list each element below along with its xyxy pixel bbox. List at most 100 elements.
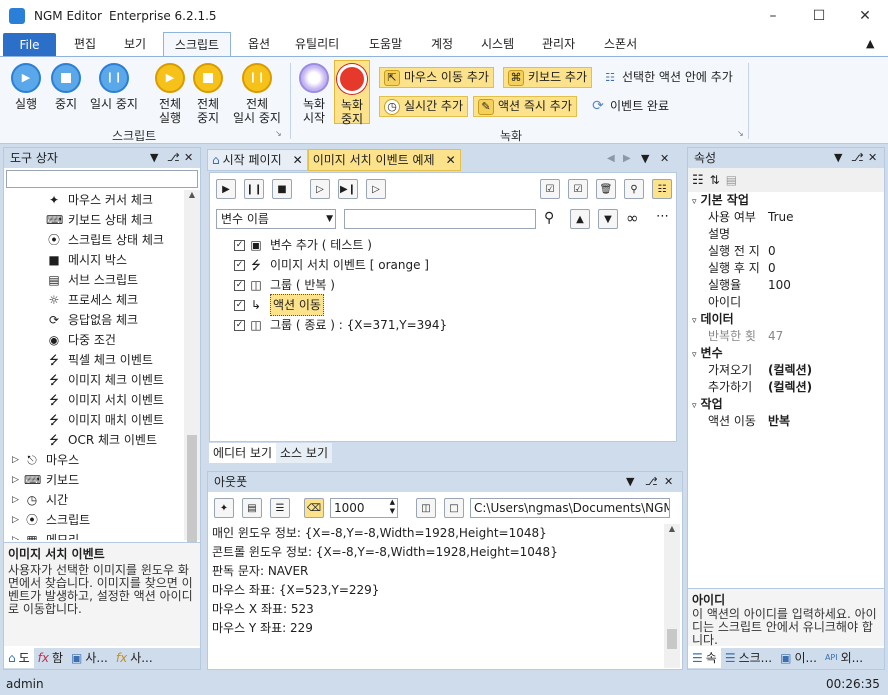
toolbox-search-input[interactable] <box>6 170 198 188</box>
toolbox-scrollbar[interactable]: ▲ <box>184 190 200 543</box>
pause-all-button[interactable]: ❙❙ 전체 일시 중지 <box>228 63 286 125</box>
tree-item-image-search-event[interactable]: ⭍ 이미지 서치 이벤트 <box>4 390 184 410</box>
tree-category-time[interactable]: ▷ ◷ 시간 <box>4 490 184 510</box>
property-row[interactable]: 추가하기 (컬렉션) <box>688 379 884 396</box>
pause-button[interactable]: ❙❙ <box>244 179 264 199</box>
move-up-button[interactable]: ▲ <box>570 209 590 229</box>
folder-button[interactable]: □ <box>444 498 464 518</box>
tree-item-image-match-event[interactable]: ⭍ 이미지 매치 이벤트 <box>4 410 184 430</box>
sort-alpha-icon[interactable]: ⇅ <box>710 173 720 187</box>
tab-user-1[interactable]: ▣ 사... <box>67 648 112 668</box>
expand-icon[interactable]: ▷ <box>12 530 24 540</box>
search-button[interactable]: ⚲ <box>624 179 644 199</box>
property-category[interactable]: ▿ 데이터 <box>688 311 884 328</box>
tab-editor-view[interactable]: 에디터 보기 <box>209 443 277 463</box>
checkbox[interactable]: ✓ <box>234 259 245 271</box>
tab-admin[interactable]: 관리자 <box>538 32 579 56</box>
tab-edit[interactable]: 편집 <box>70 32 100 56</box>
record-start-button[interactable]: 녹화 시작 <box>296 63 332 125</box>
stop-button[interactable]: 중지 <box>48 63 84 111</box>
eraser-button[interactable]: ⌫ <box>304 498 324 518</box>
tab-image-search-example[interactable]: 이미지 서치 이벤트 예제 ✕ <box>307 149 461 171</box>
close-icon[interactable]: ✕ <box>660 152 669 165</box>
delete-button[interactable]: 🗑 <box>596 179 616 199</box>
property-row[interactable]: 액션 이동 반복 <box>688 413 884 430</box>
tab-source-view[interactable]: 소스 보기 <box>276 443 332 463</box>
tab-images[interactable]: ▣ 이... <box>776 648 821 668</box>
close-tab-icon[interactable]: ✕ <box>446 150 456 170</box>
property-row[interactable]: 사용 여부 True <box>688 209 884 226</box>
run-to-button[interactable]: ▶❙ <box>338 179 358 199</box>
tree-item-mouse-cursor-check[interactable]: ✦ 마우스 커서 체크 <box>4 190 184 210</box>
property-row[interactable]: 가져오기 (컬렉션) <box>688 362 884 379</box>
output-scrollbar[interactable]: ▲ <box>664 524 680 668</box>
script-row-selected[interactable]: ✓ ↳ 액션 이동 <box>234 294 447 316</box>
pin-icon[interactable]: ⎇ <box>851 148 864 168</box>
add-in-selected-button[interactable]: ☷ 선택한 액션 안에 추가 <box>598 67 737 88</box>
save-button[interactable]: ◫ <box>416 498 436 518</box>
move-down-button[interactable]: ▼ <box>598 209 618 229</box>
tree-item-pixel-check-event[interactable]: ⭍ 픽셀 체크 이벤트 <box>4 350 184 370</box>
variable-value-input[interactable] <box>344 209 536 229</box>
tree-category-script[interactable]: ▷ ⦿ 스크립트 <box>4 510 184 530</box>
close-icon[interactable]: ✕ <box>868 148 877 168</box>
tree-item-process-check[interactable]: ☼ 프로세스 체크 <box>4 290 184 310</box>
tree-view-button[interactable]: ☷ <box>652 179 672 199</box>
check-all-button[interactable]: ☑ <box>540 179 560 199</box>
capture-button[interactable]: ✦ <box>214 498 234 518</box>
tree-item-message-box[interactable]: ■ 메시지 박스 <box>4 250 184 270</box>
checkbox[interactable]: ✓ <box>234 279 245 291</box>
close-icon[interactable]: ✕ <box>664 472 673 492</box>
property-row[interactable]: 아이디 <box>688 294 884 311</box>
categorized-icon[interactable]: ☷ <box>692 173 704 188</box>
tab-scroll-left-icon[interactable]: ◀ <box>607 153 615 164</box>
property-row[interactable]: 반복한 횟 47 <box>688 328 884 345</box>
list-button[interactable]: ☰ <box>270 498 290 518</box>
tab-external[interactable]: API 외... <box>821 648 867 668</box>
checkbox[interactable]: ✓ <box>234 319 245 331</box>
run-button[interactable]: ▶ 실행 <box>8 63 44 111</box>
group-launcher-icon[interactable]: ↘ <box>737 129 744 138</box>
pause-button[interactable]: ❙❙ 일시 중지 <box>86 63 142 111</box>
run-all-button[interactable]: ▶ 전체 실행 <box>152 63 188 125</box>
event-done-button[interactable]: ⟳ 이벤트 완료 <box>586 96 673 117</box>
expand-icon[interactable]: ▷ <box>12 490 24 510</box>
search-icon[interactable]: ⚲ <box>544 210 554 226</box>
add-keyboard-button[interactable]: ⌘ 키보드 추가 <box>503 67 593 88</box>
file-menu[interactable]: File <box>3 33 56 56</box>
tab-system[interactable]: 시스템 <box>477 32 518 56</box>
script-row[interactable]: ✓ ◫ 그룹 ( 반복 ) <box>234 275 447 295</box>
stop-button[interactable]: ■ <box>272 179 292 199</box>
script-row[interactable]: ✓ ⭍ 이미지 서치 이벤트 [ orange ] <box>234 255 447 275</box>
close-icon[interactable]: ✕ <box>184 148 193 168</box>
close-tab-icon[interactable]: ✕ <box>293 150 303 170</box>
group-launcher-icon[interactable]: ↘ <box>275 129 282 138</box>
check-button[interactable]: ☑ <box>568 179 588 199</box>
property-row[interactable]: 실행 후 지0 <box>688 260 884 277</box>
stop-all-button[interactable]: 전체 중지 <box>190 63 226 125</box>
dropdown-icon[interactable]: ▼ <box>834 148 842 168</box>
property-row[interactable]: 실행율 100 <box>688 277 884 294</box>
tree-item-multi-condition[interactable]: ◉ 다중 조건 <box>4 330 184 350</box>
tab-view[interactable]: 보기 <box>120 32 150 56</box>
checkbox[interactable]: ✓ <box>234 239 245 251</box>
tree-item-not-responding-check[interactable]: ⟳ 응답없음 체크 <box>4 310 184 330</box>
tab-account[interactable]: 계정 <box>427 32 457 56</box>
tab-script-list[interactable]: ☰ 스크... <box>721 648 776 668</box>
collapse-icon[interactable]: ▿ <box>692 401 697 411</box>
spinner-icon[interactable]: ▲ ▼ <box>390 498 395 516</box>
more-icon[interactable]: ⋯ <box>656 209 669 224</box>
script-row[interactable]: ✓ ◫ 그룹 ( 종료 ) : {X=371,Y=394} <box>234 315 447 335</box>
dropdown-icon[interactable]: ▼ <box>150 148 158 168</box>
document-button[interactable]: ▤ <box>242 498 262 518</box>
loop-icon[interactable]: ∞ <box>626 209 639 227</box>
property-category[interactable]: ▿ 기본 작업 <box>688 192 884 209</box>
collapse-icon[interactable]: ▿ <box>692 197 697 207</box>
dropdown-icon[interactable]: ▼ <box>626 472 634 492</box>
expand-icon[interactable]: ▷ <box>12 470 24 490</box>
collapse-icon[interactable]: ▿ <box>692 316 697 326</box>
tab-help[interactable]: 도움말 <box>365 32 406 56</box>
tab-scroll-right-icon[interactable]: ▶ <box>623 153 631 164</box>
expand-icon[interactable]: ▷ <box>12 450 24 470</box>
tab-start-page[interactable]: ⌂ 시작 페이지 ✕ <box>207 149 308 171</box>
